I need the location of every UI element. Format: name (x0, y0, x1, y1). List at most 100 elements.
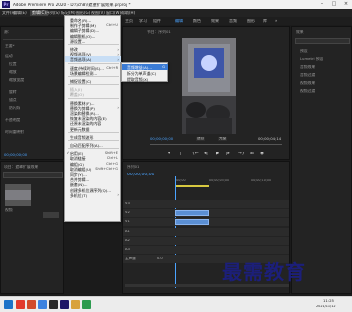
app-icon[interactable] (82, 300, 91, 309)
windows-start-icon[interactable] (4, 300, 13, 309)
app-icon[interactable] (27, 300, 36, 309)
lift-icon[interactable]: ⊞ (250, 152, 254, 157)
track-label[interactable]: A3 (125, 248, 130, 252)
export-frame-icon[interactable]: ◉ (260, 152, 264, 157)
go-to-out-icon[interactable]: →} (238, 152, 245, 157)
tab-editing[interactable]: 编辑 (175, 19, 183, 23)
premiere-taskbar-icon[interactable] (60, 300, 69, 309)
premiere-logo-icon: Pr (2, 1, 10, 8)
clip-menu-item[interactable]: 自动匹配序列(A)... (65, 142, 121, 148)
clip-menu-item[interactable]: 捕捉设置(C) (65, 78, 121, 84)
clip-menu-item[interactable]: 更新元数据 (65, 126, 121, 132)
timeline-clip[interactable] (175, 210, 209, 216)
app-icon[interactable] (16, 300, 25, 309)
play-icon[interactable]: ▶ (216, 152, 219, 157)
menu-sequence[interactable]: 序列(S) (46, 11, 60, 15)
panel-tab-source[interactable]: 源： (4, 30, 12, 34)
tab-overflow[interactable]: » (275, 19, 277, 23)
track-v2: V2 (123, 209, 289, 217)
property-row[interactable]: 时间重映射 (5, 130, 24, 134)
clip-menu-item[interactable]: 场景编辑检测... (65, 70, 121, 76)
property-row[interactable]: 缩放 (9, 70, 17, 74)
clock-time[interactable]: 11:25 (323, 299, 334, 303)
tab-libraries[interactable]: 库 (263, 19, 267, 23)
menu-bar: 文件(F) 编辑(E) 剪辑(C) 序列(S) 标记(M) 图形(G) 视图(V… (0, 9, 352, 17)
effects-folder-video-effects[interactable]: 视频效果 (300, 81, 315, 85)
zoom-select[interactable]: 适合 (196, 137, 206, 141)
effects-folder-lumetri[interactable]: Lumetri 预设 (300, 57, 323, 61)
clip-menu-item[interactable]: 覆盖(O) (65, 91, 121, 97)
clip-menu-item[interactable]: 生成音频波形 (65, 134, 121, 140)
menu-separator (68, 62, 119, 64)
program-timecode[interactable]: 00;00;00;00 (150, 137, 173, 141)
track-label[interactable]: A1 (125, 230, 130, 234)
divider (3, 39, 63, 40)
clip-menu-item[interactable]: 源设置... (65, 38, 121, 44)
mark-in-icon[interactable]: ▾ (168, 152, 170, 157)
panel-tab-project[interactable]: 项目：遮罩扩展效果 (4, 165, 38, 169)
master-volume[interactable]: 0.0 (157, 257, 163, 261)
work-area-bar[interactable] (175, 185, 209, 187)
clip-menu: 重命名(R)... 制作子剪辑(M) Ctrl+U 编辑子剪辑(D)... 编辑脱机(O… (64, 15, 121, 222)
minimize-icon[interactable]: – (316, 0, 328, 9)
app-icon[interactable] (71, 300, 80, 309)
effects-search-input[interactable] (295, 38, 350, 44)
menu-item-extract-audio[interactable]: 提取音频(X) (122, 76, 168, 82)
app-icon[interactable] (38, 300, 47, 309)
submenu-arrow-icon: › (117, 192, 119, 198)
tab-assembly[interactable]: 组件 (153, 19, 161, 23)
tab-learn[interactable]: 学习 (139, 19, 147, 23)
panel-tab-program[interactable]: 节目：序列01 (147, 30, 171, 34)
property-row[interactable]: 位置 (9, 62, 17, 66)
panel-tab-effects[interactable]: 效果 (296, 30, 304, 34)
timeline-clip[interactable] (175, 219, 209, 225)
taskbar: 11:25 2021/11/12 (0, 296, 352, 312)
effects-folder-audio-effects[interactable]: 音频效果 (300, 65, 315, 69)
clip-menu-item[interactable]: 多机位(T) › (65, 192, 121, 198)
track-label[interactable]: V3 (125, 202, 130, 206)
playhead-bar[interactable] (150, 144, 282, 145)
property-row[interactable]: 旋转 (9, 90, 17, 94)
close-icon[interactable]: × (340, 0, 352, 9)
project-item-thumbnail[interactable] (5, 184, 31, 206)
workspace-tabs: 主页 学习 组件 编辑 颜色 效果 音频 图形 库 » (121, 17, 352, 25)
property-row[interactable]: 防闪烁 (9, 106, 20, 110)
effects-folder-presets[interactable]: 预设 (300, 49, 308, 53)
property-row[interactable]: 不透明度 (5, 118, 20, 122)
app-icon[interactable] (49, 300, 58, 309)
tab-color[interactable]: 颜色 (193, 19, 201, 23)
tab-effects[interactable]: 效果 (211, 19, 219, 23)
track-label[interactable]: A2 (125, 239, 130, 243)
property-row[interactable]: 运动 (5, 54, 13, 58)
step-forward-icon[interactable]: |▸ (226, 152, 230, 157)
project-search-input[interactable] (3, 172, 63, 178)
quality-select[interactable]: 完整 (218, 137, 228, 141)
menu-item-label: 多机位(T) (70, 192, 88, 198)
clip-menu-item[interactable]: 音频选项(A) › (65, 56, 121, 63)
clock-date[interactable]: 2021/11/12 (316, 305, 336, 308)
track-label[interactable]: V1 (125, 220, 130, 224)
tab-graphics[interactable]: 图形 (247, 19, 255, 23)
go-to-in-icon[interactable]: {← (192, 152, 199, 157)
mark-out-icon[interactable]: | (180, 152, 182, 157)
maximize-icon[interactable]: □ (328, 0, 340, 9)
track-v1: V1 (123, 218, 289, 226)
menu-help[interactable]: 帮助(H) (121, 11, 135, 15)
tab-audio[interactable]: 音频 (229, 19, 237, 23)
program-video-frame[interactable] (182, 38, 236, 134)
source-timecode[interactable]: 00;00;00;00 (4, 153, 27, 157)
timeline-scrollbar[interactable] (125, 284, 289, 287)
track-a2: A2 (123, 237, 289, 245)
property-row[interactable]: 缩放宽度 (9, 78, 24, 82)
tab-home[interactable]: 主页 (125, 19, 133, 23)
menu-edit[interactable]: 编辑(E) (13, 11, 27, 15)
effects-folder-audio-transitions[interactable]: 音频过渡 (300, 73, 315, 77)
property-row[interactable]: 锚点 (9, 98, 17, 102)
track-label[interactable]: V2 (125, 211, 130, 215)
project-item-selected[interactable] (43, 212, 59, 218)
timeline-timecode[interactable]: 00;00;00;00 (127, 173, 154, 178)
effects-folder-video-transitions[interactable]: 视频过渡 (300, 89, 315, 93)
effect-controls-panel: 源： 主要* 运动 位置 缩放 缩放宽度 旋转 锚点 防闪烁 不透明度 时间重映… (0, 26, 64, 160)
step-back-icon[interactable]: ◂| (204, 152, 208, 157)
panel-tab-sequence[interactable]: 序列01 (127, 165, 139, 169)
